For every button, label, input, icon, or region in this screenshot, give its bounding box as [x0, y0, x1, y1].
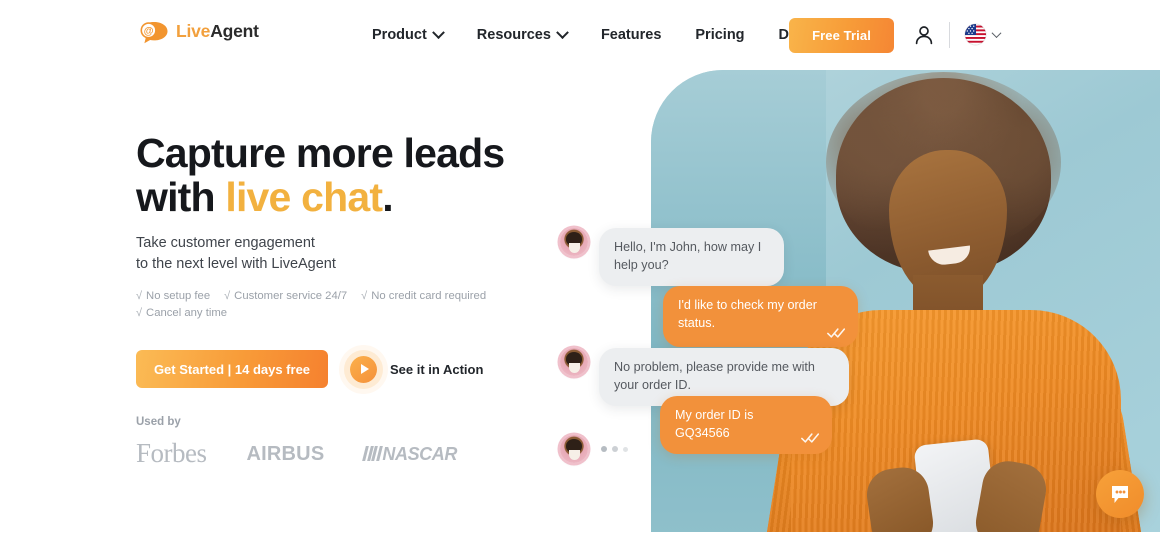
headline-line-1: Capture more leads	[136, 130, 505, 176]
main-navigation: Product Resources Features Pricing Demo	[355, 0, 836, 70]
used-by-label: Used by	[136, 416, 181, 428]
page-root: Hello, I'm John, how may I help you? I'd…	[0, 0, 1160, 540]
nav-item-product[interactable]: Product	[355, 25, 460, 43]
language-selector[interactable]	[965, 24, 1002, 45]
chat-message-row: I'd like to check my order status.	[663, 286, 858, 347]
nav-label: Features	[600, 27, 662, 43]
headline-line-2-prefix: with	[136, 173, 226, 220]
checklist-label: No credit card required	[371, 290, 487, 302]
feature-checklist: √ No setup fee √ Customer service 24/7 √…	[136, 290, 516, 319]
chat-message-text: I'd like to check my order status.	[678, 298, 817, 330]
page-title: Capture more leads with live chat.	[136, 130, 505, 220]
cta-row: Get Started | 14 days free See it in Act…	[136, 350, 483, 388]
chat-bubble-outgoing: I'd like to check my order status.	[663, 286, 858, 347]
double-check-icon	[827, 328, 846, 338]
subtitle-line-1: Take customer engagement	[136, 235, 315, 251]
agent-avatar	[560, 228, 588, 256]
chat-conversation-overlay: Hello, I'm John, how may I help you? I'd…	[560, 218, 890, 468]
chat-message-text: My order ID is GQ34566	[675, 408, 754, 440]
chat-bubble-outgoing: My order ID is GQ34566	[660, 396, 832, 454]
logo-forbes: Forbes	[136, 438, 207, 468]
brand-agent-text: Agent	[210, 21, 259, 42]
logo-airbus: AIRBUS	[246, 442, 325, 465]
nav-item-features[interactable]: Features	[584, 27, 678, 43]
checklist-item: √ No setup fee	[136, 290, 210, 302]
chat-typing-row	[560, 435, 628, 463]
checklist-item: √ Cancel any time	[136, 307, 227, 319]
check-icon: √	[136, 307, 143, 319]
nascar-stripes-icon	[362, 446, 383, 461]
hero-subtitle: Take customer engagement to the next lev…	[136, 233, 336, 274]
check-icon: √	[136, 290, 143, 302]
site-header: @ LiveAgent Product Resources Features P…	[0, 0, 1160, 70]
checklist-label: No setup fee	[146, 290, 211, 302]
get-started-button[interactable]: Get Started | 14 days free	[136, 350, 328, 388]
chat-widget-button[interactable]	[1096, 470, 1144, 518]
headline-period: .	[382, 173, 393, 220]
chevron-down-icon	[431, 25, 445, 39]
nav-label: Product	[372, 27, 427, 43]
chat-message-text: No problem, please provide me with your …	[614, 360, 815, 392]
checklist-label: Cancel any time	[146, 307, 228, 319]
chat-message-row: My order ID is GQ34566	[660, 396, 832, 454]
nav-label: Resources	[476, 27, 551, 43]
chat-message-row: Hello, I'm John, how may I help you?	[560, 228, 784, 286]
agent-avatar	[560, 435, 588, 463]
logo-nascar-text: NASCAR	[382, 443, 457, 464]
play-triangle-icon	[350, 355, 377, 383]
user-person-icon	[915, 26, 933, 45]
brand-wordmark: LiveAgent	[176, 23, 259, 41]
account-button[interactable]	[913, 24, 935, 46]
page-bottom-edge	[0, 532, 1160, 540]
at-speech-bubble-logo-icon: @	[139, 20, 169, 44]
double-check-icon	[801, 433, 820, 443]
client-logos: Forbes AIRBUS NASCAR	[136, 440, 457, 467]
checklist-item: √ Customer service 24/7	[224, 290, 347, 302]
nav-item-resources[interactable]: Resources	[460, 25, 584, 43]
typing-indicator	[599, 435, 628, 463]
nav-item-pricing[interactable]: Pricing	[678, 27, 761, 43]
us-flag-icon	[965, 24, 986, 45]
free-trial-button[interactable]: Free Trial	[789, 18, 894, 53]
see-it-in-action-button[interactable]: See it in Action	[350, 355, 484, 383]
header-divider	[949, 22, 950, 48]
check-icon: √	[361, 290, 368, 302]
chevron-down-icon	[556, 25, 569, 39]
nav-label: Pricing	[695, 27, 745, 43]
checklist-item: √ No credit card required	[361, 290, 486, 302]
headline-accent: live chat	[225, 173, 383, 220]
chat-bubble-incoming: Hello, I'm John, how may I help you?	[599, 228, 784, 286]
subtitle-line-2: to the next level with LiveAgent	[136, 255, 336, 272]
logo-nascar: NASCAR	[362, 443, 457, 464]
agent-avatar	[560, 348, 588, 376]
svg-text:@: @	[144, 26, 154, 37]
brand-logo[interactable]: @ LiveAgent	[139, 20, 259, 44]
see-it-in-action-label: See it in Action	[390, 361, 484, 377]
checklist-label: Customer service 24/7	[234, 290, 348, 302]
check-icon: √	[224, 290, 231, 302]
chat-bubble-dots-icon	[1112, 486, 1128, 503]
chat-message-text: Hello, I'm John, how may I help you?	[614, 240, 762, 272]
chevron-down-icon	[991, 28, 1002, 39]
brand-live-text: Live	[176, 21, 211, 42]
